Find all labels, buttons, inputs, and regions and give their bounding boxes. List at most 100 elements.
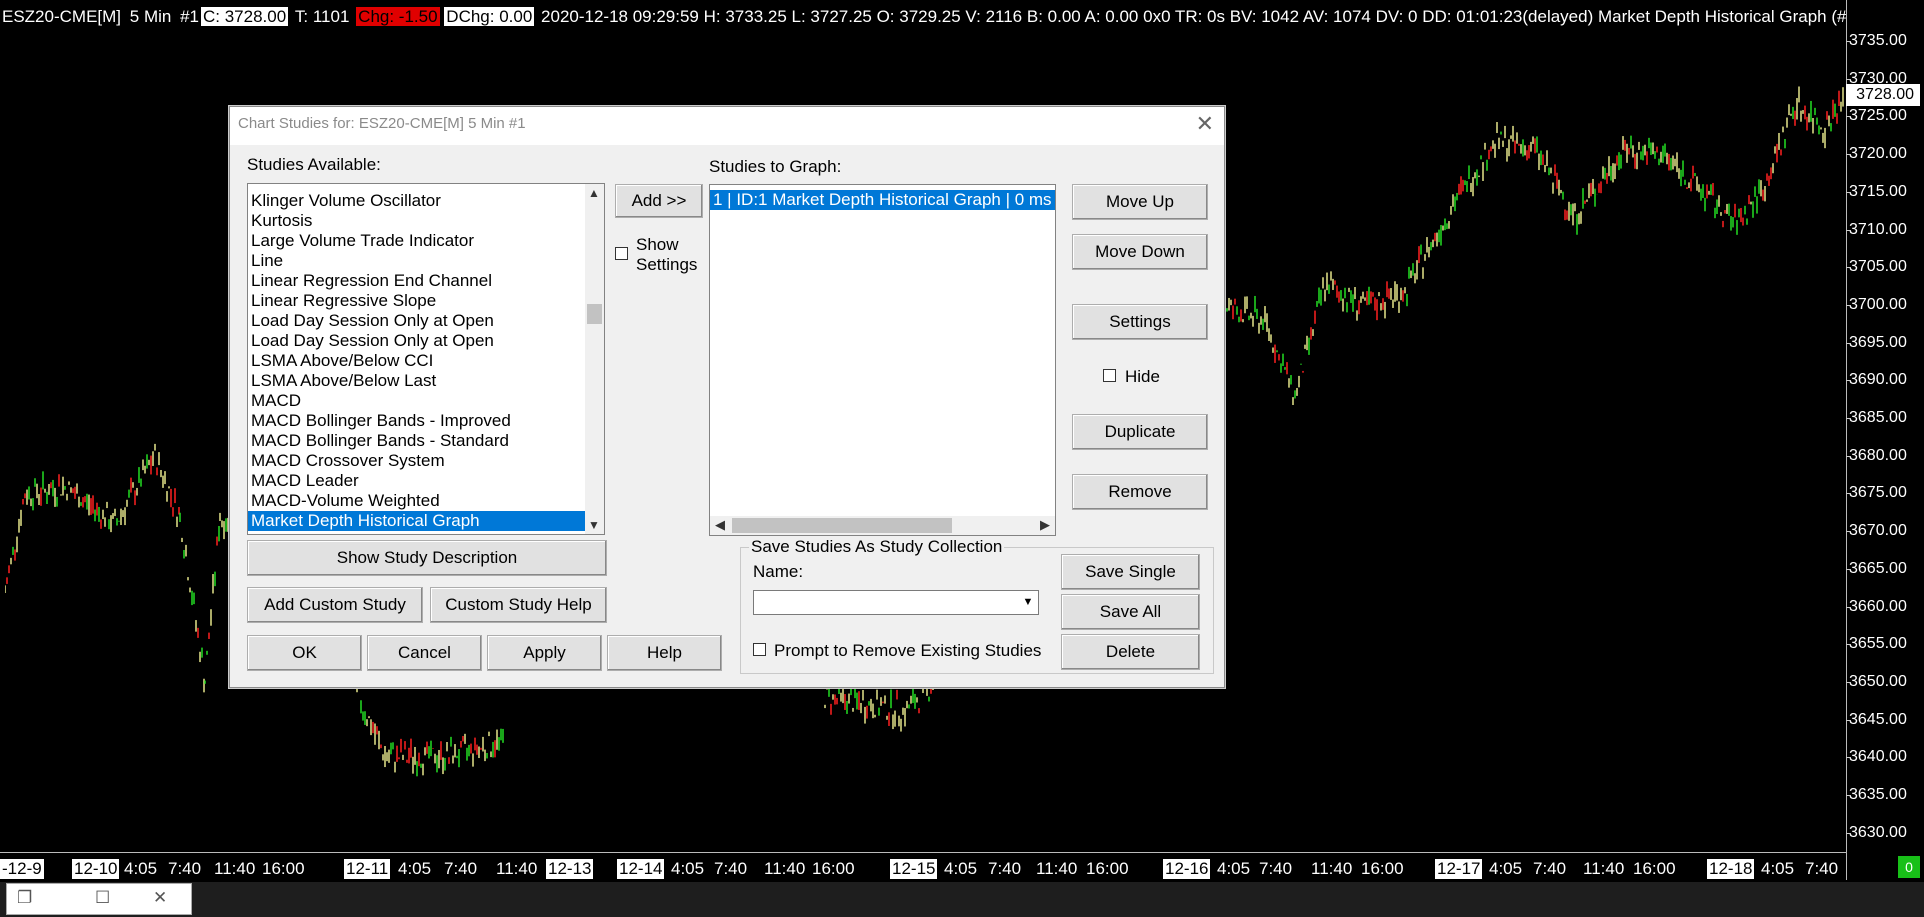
- time-axis[interactable]: -12-9 12-10 4:05 7:40 11:40 16:00 12-11 4:05 7:4…: [0, 852, 1846, 883]
- scroll-right-icon[interactable]: ▶: [1040, 517, 1050, 533]
- studies-available-label: Studies Available:: [247, 155, 381, 174]
- studies-available-list[interactable]: Klinger Volume Oscillator Kurtosis Large V…: [247, 183, 605, 535]
- show-study-description-label: Show Study Description: [336, 548, 518, 567]
- dialog-title: Chart Studies for: ESZ20-CME[M] 5 Min #1: [238, 115, 526, 132]
- available-list-scrollbar[interactable]: ▲ ▼: [585, 184, 604, 534]
- price-tick-label: 3705.00: [1846, 258, 1907, 276]
- chevron-down-icon[interactable]: ▼: [1019, 592, 1037, 613]
- maximize-icon[interactable]: ☐: [95, 888, 110, 908]
- graphed-study-item[interactable]: 1 | ID:1 Market Depth Historical Graph |…: [710, 190, 1055, 210]
- time-axis-time-label: 7:40: [714, 859, 748, 878]
- available-study-item[interactable]: MACD Leader: [248, 471, 604, 491]
- available-study-item[interactable]: Kurtosis: [248, 211, 604, 231]
- time-axis-time-label: 11:40: [764, 859, 806, 878]
- close-icon[interactable]: ✕: [153, 888, 167, 908]
- move-up-button[interactable]: Move Up: [1072, 184, 1208, 220]
- price-tick-label: 3630.00: [1846, 823, 1907, 841]
- available-study-item[interactable]: LSMA Above/Below CCI: [248, 351, 604, 371]
- time-axis-time-label: 11:40: [1311, 859, 1353, 878]
- save-single-button[interactable]: Save Single: [1061, 554, 1200, 590]
- price-tick-label: 3665.00: [1846, 559, 1907, 577]
- time-axis-time-label: 7:40: [1259, 859, 1293, 878]
- price-tick-label: 3685.00: [1846, 409, 1907, 426]
- ok-button[interactable]: OK: [247, 635, 362, 671]
- time-axis-date-label: 12-16: [1163, 859, 1211, 879]
- available-study-item[interactable]: LSMA Above/Below Last: [248, 371, 604, 391]
- cancel-button[interactable]: Cancel: [367, 635, 482, 671]
- move-down-button-label: Move Down: [1095, 242, 1185, 261]
- add-custom-study-button[interactable]: Add Custom Study: [247, 587, 423, 623]
- available-study-item[interactable]: Load Day Session Only at Open: [248, 311, 604, 331]
- available-study-item[interactable]: Linear Regression End Channel: [248, 271, 604, 291]
- time-axis-time-label: 16:00: [812, 859, 855, 878]
- save-all-label: Save All: [1099, 602, 1162, 621]
- save-all-button[interactable]: Save All: [1061, 594, 1200, 630]
- minimized-window-button[interactable]: ❐ ☐ ✕: [6, 883, 192, 915]
- add-study-button[interactable]: Add >>: [615, 184, 703, 218]
- duplicate-button[interactable]: Duplicate: [1072, 414, 1208, 450]
- studies-to-graph-list[interactable]: 1 | ID:1 Market Depth Historical Graph |…: [709, 184, 1056, 536]
- custom-study-help-button[interactable]: Custom Study Help: [430, 587, 607, 623]
- available-study-item[interactable]: Linear Regressive Slope: [248, 291, 604, 311]
- time-axis-time-label: 4:05: [1489, 859, 1523, 878]
- time-axis-time-label: 16:00: [262, 859, 305, 878]
- time-axis-date-label: 12-17: [1435, 859, 1483, 879]
- time-axis-time-label: 7:40: [1533, 859, 1567, 878]
- ok-button-label: OK: [292, 643, 317, 662]
- price-tick-label: 3660.00: [1846, 597, 1907, 615]
- scrollbar-thumb[interactable]: [587, 304, 602, 324]
- available-study-item[interactable]: Line: [248, 251, 604, 271]
- available-study-item[interactable]: Load Day Session Only at Open: [248, 331, 604, 351]
- available-study-item[interactable]: MACD: [248, 391, 604, 411]
- time-axis-time-label: 16:00: [1633, 859, 1676, 878]
- time-axis-time-label: 7:40: [1805, 859, 1839, 878]
- dialog-close-icon[interactable]: ✕: [1196, 107, 1214, 141]
- scroll-down-icon[interactable]: ▼: [588, 518, 600, 532]
- move-up-button-label: Move Up: [1105, 192, 1175, 211]
- delete-collection-button[interactable]: Delete: [1061, 634, 1200, 670]
- available-study-item[interactable]: Large Volume Trade Indicator: [248, 231, 604, 251]
- daily-change-label: DChg: 0.00: [444, 7, 535, 26]
- price-axis[interactable]: 3735.00 3730.00 3725.00 3720.00 3715.00 3710.…: [1846, 0, 1924, 880]
- available-study-item[interactable]: Market Depth Historical Graph: [248, 511, 604, 531]
- hscrollbar-thumb[interactable]: [732, 518, 952, 533]
- available-study-item[interactable]: MACD Bollinger Bands - Standard: [248, 431, 604, 451]
- hide-checkbox[interactable]: [1103, 369, 1116, 382]
- remove-button-label: Remove: [1108, 482, 1172, 501]
- symbol-label: ESZ20-CME[M]: [2, 7, 122, 26]
- collection-name-combobox[interactable]: ▼: [753, 590, 1039, 615]
- custom-study-help-label: Custom Study Help: [445, 595, 592, 614]
- price-tick-label: 3700.00: [1846, 295, 1907, 313]
- available-study-item[interactable]: Klinger Volume Oscillator: [248, 191, 604, 211]
- time-axis-time-label: 16:00: [1361, 859, 1404, 878]
- show-study-description-button[interactable]: Show Study Description: [247, 540, 607, 576]
- graph-list-hscrollbar[interactable]: ◀ ▶: [710, 516, 1055, 535]
- help-button[interactable]: Help: [607, 635, 722, 671]
- status-indicator[interactable]: 0: [1898, 856, 1920, 878]
- available-study-item[interactable]: MACD Crossover System: [248, 451, 604, 471]
- price-tick-label: 3640.00: [1846, 748, 1907, 766]
- price-tick-label: 3680.00: [1846, 446, 1907, 464]
- price-tick-label: 3725.00: [1846, 107, 1907, 125]
- price-tick-label: 3645.00: [1846, 710, 1907, 728]
- price-tick-label: 3675.00: [1846, 484, 1907, 502]
- apply-button[interactable]: Apply: [487, 635, 602, 671]
- scroll-left-icon[interactable]: ◀: [715, 517, 725, 533]
- settings-button[interactable]: Settings: [1072, 304, 1208, 340]
- study-collection-group-label: Save Studies As Study Collection: [749, 537, 1005, 557]
- scroll-up-icon[interactable]: ▲: [588, 186, 600, 200]
- remove-button[interactable]: Remove: [1072, 474, 1208, 510]
- prompt-remove-checkbox[interactable]: [753, 643, 766, 656]
- last-price-marker: 3728.00: [1846, 84, 1920, 106]
- duplicate-button-label: Duplicate: [1104, 422, 1176, 441]
- time-axis-date-label: -12-9: [0, 859, 44, 879]
- collection-name-value: [754, 591, 758, 608]
- move-down-button[interactable]: Move Down: [1072, 234, 1208, 270]
- available-study-item[interactable]: MACD Bollinger Bands - Improved: [248, 411, 604, 431]
- delete-collection-label: Delete: [1105, 642, 1156, 661]
- time-axis-time-label: 7:40: [168, 859, 202, 878]
- restore-icon[interactable]: ❐: [17, 888, 32, 908]
- show-settings-checkbox[interactable]: [615, 247, 628, 260]
- dialog-titlebar[interactable]: Chart Studies for: ESZ20-CME[M] 5 Min #1…: [230, 107, 1224, 145]
- available-study-item[interactable]: MACD-Volume Weighted: [248, 491, 604, 511]
